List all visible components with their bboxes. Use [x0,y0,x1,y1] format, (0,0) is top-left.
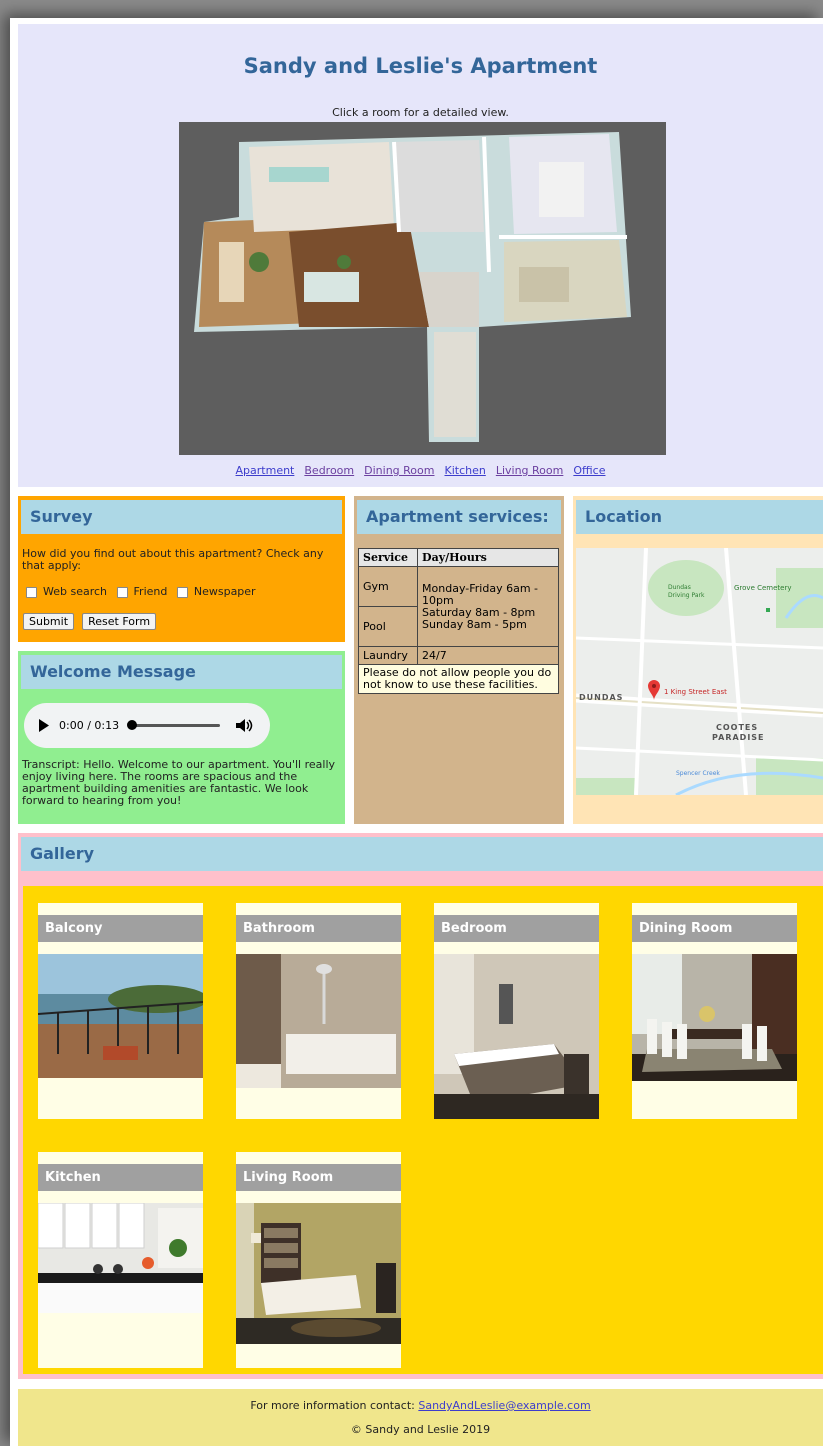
gallery-card-balcony[interactable]: Balcony [38,903,203,1119]
survey-section: Survey How did you find out about this a… [18,496,345,642]
living-room-photo [236,1203,401,1344]
map-pin-label: 1 King Street East [664,688,727,696]
welcome-section: Welcome Message 0:00 / 0:13 Transcript: … [18,651,345,824]
service-cell: Gym [357,566,419,607]
map-cemetery-label: Grove Cemetery [734,584,792,592]
location-section: Location 1 King Street East DUNDAS COOTE… [573,496,823,824]
location-map[interactable]: 1 King Street East DUNDAS COOTES PARADIS… [576,548,823,795]
gallery-caption: Bathroom [236,915,401,942]
survey-heading: Survey [21,500,342,534]
audio-progress-thumb[interactable] [127,720,137,730]
gallery-grid: Balcony Bathroom Bedroom Dining Room Kit… [23,886,823,1374]
bedroom-photo [434,954,599,1119]
floor-plan-image[interactable] [179,122,666,455]
hours-cell: Monday-Friday 6am - 10pm Saturday 8am - 8… [417,566,559,647]
gallery-card-bathroom[interactable]: Bathroom [236,903,401,1119]
checkbox-web-search[interactable] [26,586,37,598]
page: Sandy and Leslie's Apartment Click a roo… [10,18,823,1446]
dining-room-photo [632,954,797,1081]
hours-gym: Monday-Friday 6am - 10pm [422,581,539,607]
nav-link-bedroom[interactable]: Bedroom [304,464,354,477]
footer-contact-prefix: For more information contact: [250,1399,419,1412]
gallery-card-dining-room[interactable]: Dining Room [632,903,797,1119]
table-row: Laundry 24/7 [357,646,559,665]
welcome-transcript: Transcript: Hello. Welcome to our apartm… [22,758,336,807]
footer: For more information contact: SandyAndLe… [18,1389,823,1446]
service-cell: Pool [357,606,419,647]
option-label-web-search: Web search [43,585,108,598]
gallery-caption: Kitchen [38,1164,203,1191]
services-table-header: Service Day/Hours [357,548,559,567]
room-nav: Apartment Bedroom Dining Room Kitchen Living… [175,464,666,477]
balcony-photo [38,954,203,1078]
gallery-caption: Bedroom [434,915,599,942]
services-section: Apartment services: Service Day/Hours Gy… [354,496,564,824]
service-cell: Laundry [357,646,419,665]
column-header-hours: Day/Hours [417,548,559,567]
column-header-service: Service [357,548,419,567]
floor-plan-drawing [179,122,666,455]
nav-link-dining-room[interactable]: Dining Room [364,464,434,477]
gallery-card-kitchen[interactable]: Kitchen [38,1152,203,1368]
footer-email-link[interactable]: SandyAndLeslie@example.com [418,1399,590,1412]
survey-buttons: Submit Reset Form [23,610,157,630]
gallery-card-living-room[interactable]: Living Room [236,1152,401,1368]
bathroom-photo [236,954,401,1088]
kitchen-photo [38,1203,203,1313]
services-note: Please do not allow people you do not kn… [358,664,559,694]
gallery-caption: Living Room [236,1164,401,1191]
gallery-card-bedroom[interactable]: Bedroom [434,903,599,1119]
audio-progress-track[interactable] [130,724,220,727]
hours-pool: Saturday 8am - 8pm Sunday 8am - 5pm [422,605,536,631]
checkbox-friend[interactable] [116,586,128,598]
footer-copyright: © Sandy and Leslie 2019 [350,1423,491,1436]
map-area-cootes: COOTES [716,723,759,732]
hours-cell: 24/7 [417,646,559,665]
page-title: Sandy and Leslie's Apartment [243,54,598,78]
location-heading: Location [576,500,823,534]
gallery-caption: Dining Room [632,915,797,942]
map-area-dundas: DUNDAS [579,693,624,702]
survey-question: How did you find out about this apartmen… [22,547,324,572]
nav-link-apartment[interactable]: Apartment [236,464,295,477]
footer-contact: For more information contact: SandyAndLe… [18,1399,823,1412]
survey-options: Web search Friend Newspaper [26,585,346,598]
services-heading: Apartment services: [357,500,561,534]
option-label-newspaper: Newspaper [193,585,256,598]
checkbox-newspaper[interactable] [176,586,188,598]
gallery-caption: Balcony [38,915,203,942]
services-table: Service Day/Hours Gym Monday-Friday 6am … [357,548,559,694]
table-row: Please do not allow people you do not kn… [358,664,559,694]
map-park-label: Dundas Driving Park [668,584,705,599]
map-area-paradise: PARADISE [712,733,765,742]
map-creek-label: Spencer Creek [676,770,720,777]
volume-icon[interactable] [236,718,254,733]
welcome-heading: Welcome Message [21,655,342,689]
nav-link-office[interactable]: Office [573,464,605,477]
reset-form-button[interactable]: Reset Form [82,613,157,630]
nav-link-living-room[interactable]: Living Room [496,464,564,477]
gallery-heading: Gallery [21,837,823,871]
gallery-section: Gallery Balcony Bathroom Bedroom Dining … [18,833,823,1379]
submit-button[interactable]: Submit [23,613,75,630]
page-subtitle: Click a room for a detailed view. [332,106,509,119]
audio-time: 0:00 / 0:13 [59,719,120,732]
header-section: Sandy and Leslie's Apartment Click a roo… [18,24,823,487]
nav-link-kitchen[interactable]: Kitchen [444,464,485,477]
table-row: Gym Monday-Friday 6am - 10pm Saturday 8am… [357,566,559,647]
option-label-friend: Friend [133,585,168,598]
play-icon[interactable] [38,719,50,732]
audio-player: 0:00 / 0:13 [24,703,270,748]
